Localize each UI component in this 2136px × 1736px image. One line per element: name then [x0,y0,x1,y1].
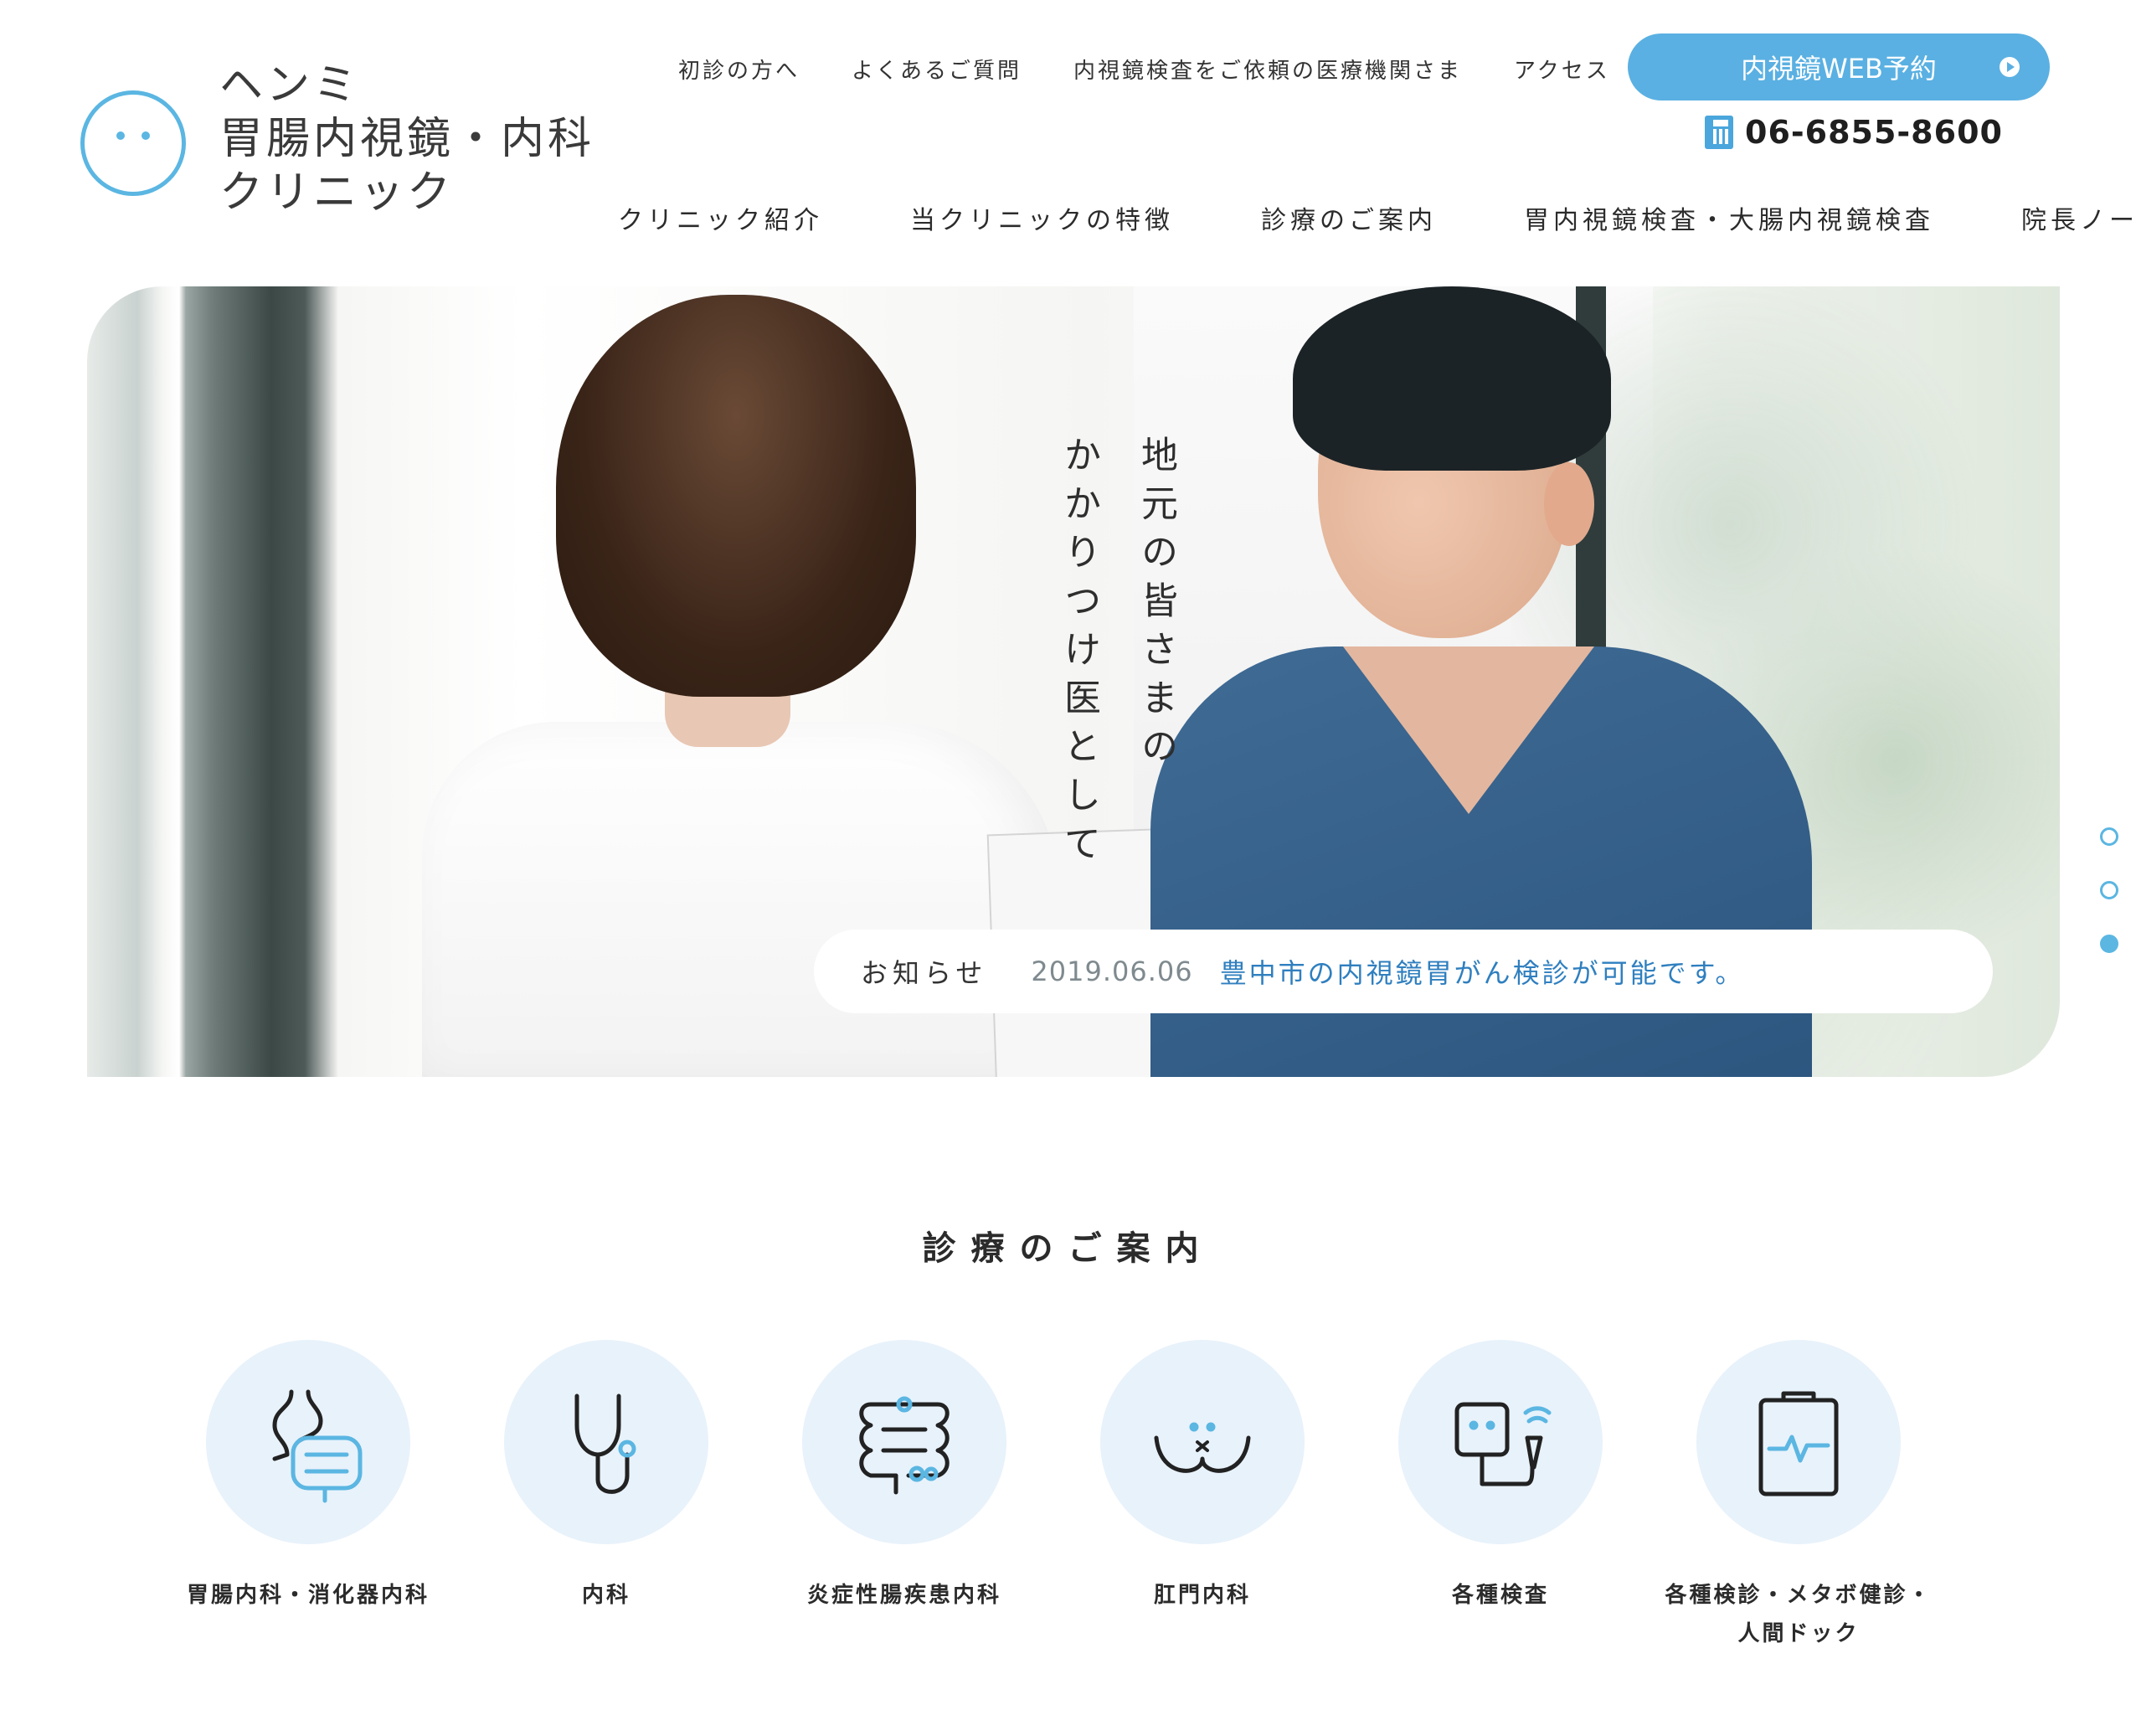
logo[interactable]: ヘンミ 胃腸内視鏡・内科 クリニック [80,59,594,219]
service-proctology[interactable]: 肛門内科 [1100,1340,1305,1653]
slider-dot-2[interactable] [2100,881,2118,899]
main-nav: クリニック紹介 当クリニックの特徴 診療のご案内 胃内視鏡検査・大腸内視鏡検査 … [618,199,2136,236]
slider-dot-3[interactable] [2100,935,2118,953]
web-reservation-label: 内視鏡WEB予約 [1741,53,1937,85]
service-label: 肛門内科 [1153,1583,1251,1608]
colon-icon [802,1340,1006,1544]
service-label: 各種検査 [1451,1583,1549,1608]
stethoscope-icon [504,1340,708,1544]
news-link[interactable]: 豊中市の内視鏡胃がん検診が可能です。 [1220,952,1745,991]
utility-nav: 初診の方へ よくあるご質問 内視鏡検査をご依頼の医療機関さま アクセス [678,54,1610,85]
nav-faq[interactable]: よくあるご質問 [852,54,1022,85]
nav-referring-institutions[interactable]: 内視鏡検査をご依頼の医療機関さま [1073,54,1462,85]
clinic-name-line3: クリニック [219,167,455,218]
nav-clinic-features[interactable]: 当クリニックの特徴 [910,199,1174,236]
service-ibd[interactable]: 炎症性腸疾患内科 [802,1340,1006,1653]
phone-number-text: 06-6855-8600 [1745,114,2003,151]
service-label-line2: 人間ドック [1737,1621,1860,1646]
service-label: 炎症性腸疾患内科 [806,1583,1001,1608]
clinic-name-line2: 胃腸内視鏡・内科 [219,114,595,164]
hero-copy-line2: かかりつけ医として [1058,435,1100,873]
service-label: 内科 [581,1583,631,1608]
buttocks-icon [1100,1340,1305,1544]
clinic-name-line1: ヘンミ [219,60,361,111]
news-label: お知らせ [861,957,988,989]
service-label-line1: 各種検診・メタボ健診・ [1665,1583,1933,1608]
phone-number[interactable]: 06-6855-8600 [1705,114,2003,151]
smiley-face-icon [80,90,186,196]
news-date: 2019.06.06 [1031,956,1193,987]
hero-copy: 地元の皆さまの かかりつけ医として [301,435,1182,873]
slider-pagination [2100,827,2118,953]
services-title: 診療のご案内 [922,1229,1214,1268]
news-bar: お知らせ 2019.06.06 豊中市の内視鏡胃がん検診が可能です。 [814,930,1993,1013]
stomach-intestine-icon [206,1340,410,1544]
slider-dot-1[interactable] [2100,827,2118,846]
service-examinations[interactable]: 各種検査 [1398,1340,1603,1653]
nav-treatment-guide[interactable]: 診療のご案内 [1261,199,1437,236]
telephone-icon [1705,116,1733,149]
clipboard-pulse-icon [1696,1340,1901,1544]
service-internal-medicine[interactable]: 内科 [504,1340,708,1653]
ultrasound-icon [1398,1340,1603,1544]
play-icon [2000,57,2020,77]
nav-access[interactable]: アクセス [1514,54,1610,85]
nav-director-note[interactable]: 院長ノート [2021,199,2136,236]
services-list: 胃腸内科・消化器内科 内科 炎症性腸疾患内科 肛門内科 各種検査 各種検診・メタ… [187,1340,1930,1653]
hero-slider: 地元の皆さまの かかりつけ医として お知らせ 2019.06.06 豊中市の内視… [87,286,2060,1077]
web-reservation-button[interactable]: 内視鏡WEB予約 [1628,33,2050,100]
service-gastroenterology[interactable]: 胃腸内科・消化器内科 [187,1340,427,1653]
nav-endoscopy[interactable]: 胃内視鏡検査・大腸内視鏡検査 [1524,199,1934,236]
hero-doctor-ear [1544,462,1594,546]
service-health-checkups[interactable]: 各種検診・メタボ健診・ 人間ドック [1665,1340,1930,1653]
hero-doctor-hair [1293,286,1611,471]
nav-clinic-intro[interactable]: クリニック紹介 [618,199,823,236]
clinic-name: ヘンミ 胃腸内視鏡・内科 クリニック [219,59,594,219]
nav-first-visit[interactable]: 初診の方へ [678,54,800,85]
service-label: 胃腸内科・消化器内科 [187,1583,430,1608]
service-label: 各種検診・メタボ健診・ 人間ドック [1665,1576,1933,1653]
hero-copy-line1: 地元の皆さまの [1135,435,1177,775]
